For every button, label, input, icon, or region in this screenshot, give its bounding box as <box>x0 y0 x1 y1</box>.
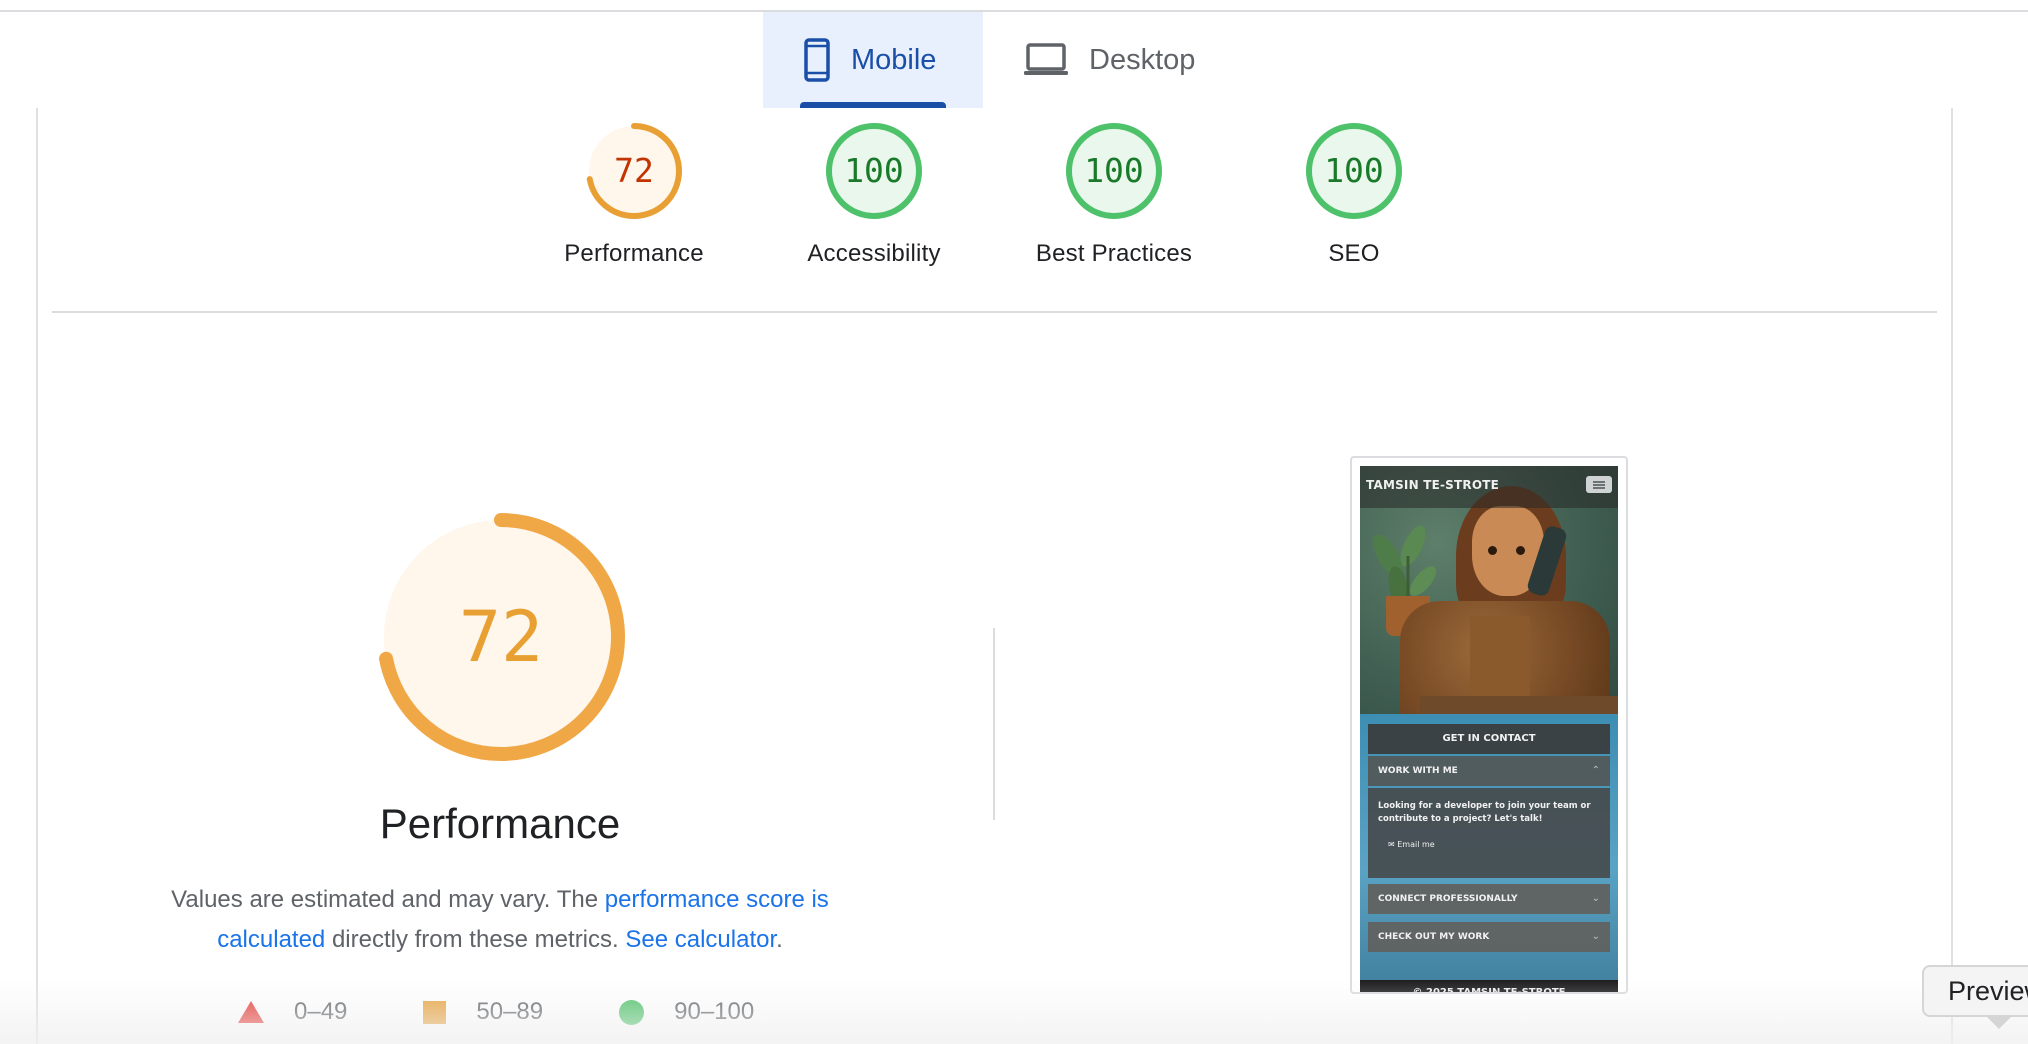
preview-navbar: TAMSIN TE-STROTE <box>1360 466 1618 508</box>
gauge-seo[interactable]: 100 SEO <box>1234 122 1474 268</box>
gauge-label: Accessibility <box>807 240 941 267</box>
tab-desktop-label: Desktop <box>1089 43 1196 76</box>
tooltip-tail <box>1985 1015 2013 1029</box>
red-triangle-icon <box>238 1001 264 1023</box>
tab-mobile[interactable]: Mobile <box>763 12 983 108</box>
preview-email-link: ✉ Email me <box>1388 838 1600 851</box>
legend-item-average: 50–89 <box>423 998 543 1026</box>
gauge-score: 100 <box>1084 151 1144 190</box>
performance-score-large: 72 <box>458 596 544 678</box>
preview-accordion-connect: CONNECT PROFESSIONALLY ⌄ <box>1368 884 1610 914</box>
performance-description: Values are estimated and may vary. The p… <box>130 880 870 960</box>
preview-accordion-work: WORK WITH ME ⌃ <box>1368 756 1610 786</box>
preview-contact-section: GET IN CONTACT WORK WITH ME ⌃ Looking fo… <box>1360 714 1618 992</box>
legend-range: 90–100 <box>674 998 755 1025</box>
gauge-score: 72 <box>614 151 654 190</box>
legend-item-pass: 90–100 <box>619 998 754 1026</box>
gauge-score: 100 <box>1324 151 1384 190</box>
tab-mobile-label: Mobile <box>851 43 937 76</box>
gauge-best-practices[interactable]: 100 Best Practices <box>994 122 1234 268</box>
top-border <box>0 0 2028 12</box>
preview-accordion-work-samples: CHECK OUT MY WORK ⌄ <box>1368 922 1610 952</box>
orange-square-icon <box>423 1000 447 1024</box>
preview-accordion-label: WORK WITH ME <box>1378 766 1458 776</box>
see-calculator-link[interactable]: See calculator <box>625 926 776 953</box>
gauge-label: Best Practices <box>1035 240 1193 267</box>
preview-tooltip: Preview <box>1922 965 2028 1017</box>
score-legend: 0–49 50–89 90–100 <box>238 998 830 1026</box>
category-gauges: 72 Performance 100 Accessibility 100 Bes… <box>0 122 2028 282</box>
desc-middle: directly from these metrics. <box>325 926 626 953</box>
preview-accordion-body: Looking for a developer to join your tea… <box>1368 788 1610 878</box>
device-tabs: Mobile Desktop <box>763 12 1231 108</box>
desc-suffix: . <box>776 926 783 953</box>
legend-range: 50–89 <box>476 998 544 1025</box>
preview-accordion-label: CONNECT PROFESSIONALLY <box>1378 894 1518 904</box>
tab-desktop[interactable]: Desktop <box>983 12 1231 108</box>
preview-footer: © 2025 TAMSIN TE-STROTE <box>1360 980 1618 992</box>
gauge-label: Performance <box>564 240 704 267</box>
email-icon: ✉ <box>1388 840 1398 849</box>
gauge-label: SEO <box>1328 240 1380 267</box>
performance-title: Performance <box>379 800 621 847</box>
preview-brand: TAMSIN TE-STROTE <box>1366 478 1500 492</box>
mobile-phone-icon <box>803 38 831 82</box>
gauge-performance[interactable]: 72 Performance <box>514 122 754 268</box>
preview-contact-heading: GET IN CONTACT <box>1368 724 1610 754</box>
chevron-up-icon: ⌃ <box>1591 765 1600 776</box>
laptop-icon <box>1023 43 1069 77</box>
preview-accordion-label: CHECK OUT MY WORK <box>1378 932 1490 942</box>
green-circle-icon <box>619 999 645 1025</box>
preview-body-text: Looking for a developer to join your tea… <box>1378 801 1591 824</box>
desc-prefix: Values are estimated and may vary. The <box>171 886 605 913</box>
preview-email-label: Email me <box>1397 840 1435 849</box>
hamburger-menu-icon <box>1586 476 1612 493</box>
gauge-score: 100 <box>844 151 904 190</box>
chevron-down-icon: ⌄ <box>1591 893 1600 904</box>
page-preview: TAMSIN TE-STROTE GET IN CONTACT WORK WIT… <box>1360 466 1618 992</box>
legend-range: 0–49 <box>294 998 348 1025</box>
performance-gauge-large: 72 <box>376 512 626 762</box>
final-screenshot-thumbnail[interactable]: TAMSIN TE-STROTE GET IN CONTACT WORK WIT… <box>1350 456 1628 994</box>
chevron-down-icon: ⌄ <box>1591 931 1600 942</box>
legend-item-fail: 0–49 <box>238 998 347 1026</box>
gauge-accessibility[interactable]: 100 Accessibility <box>754 122 994 268</box>
vertical-separator <box>993 628 995 820</box>
section-divider <box>52 311 1937 313</box>
